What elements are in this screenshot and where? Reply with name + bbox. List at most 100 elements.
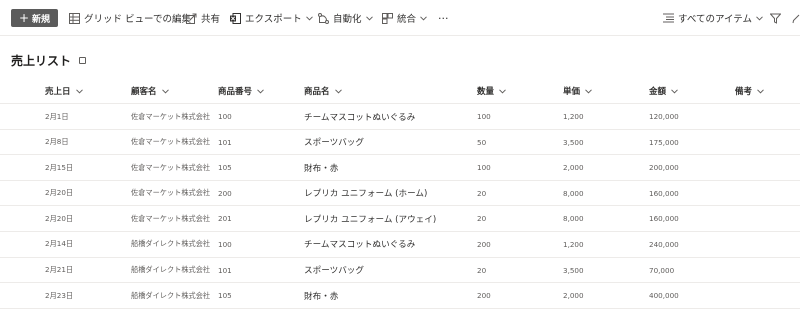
grid-icon [69,12,80,24]
cell-unit-price: 3,500 [563,137,584,147]
table-row[interactable]: 2月20日 佐倉マーケット株式会社 200 レプリカ ユニフォーム (ホーム) 20 8,… [0,181,800,207]
cell-product-number: 101 [218,137,232,147]
cell-unit-price: 1,200 [563,239,584,249]
list-table: 売上日 顧客名 商品番号 商品名 数量 単価 金額 備考 2月1日 佐倉マーケット株式会社 100… [0,78,800,309]
table-body: 2月1日 佐倉マーケット株式会社 100 チームマスコットぬいぐるみ 100 1,200 1… [0,104,800,309]
filter-button[interactable] [770,8,781,28]
automate-button[interactable]: 自動化 [318,8,373,28]
view-lines-icon [663,13,674,23]
cell-amount: 160,000 [649,214,679,224]
column-header-product-number[interactable]: 商品番号 [218,78,264,104]
share-button[interactable]: 共有 [186,8,220,28]
cell-quantity: 50 [477,137,487,147]
cell-amount: 200,000 [649,163,679,173]
edit-button[interactable] [792,8,800,28]
cell-amount: 70,000 [649,265,675,275]
cell-sales-date: 2月1日 [45,111,69,121]
cell-quantity: 20 [477,214,487,224]
cell-unit-price: 2,000 [563,291,584,301]
cell-customer-name: 佐倉マーケット株式会社 [131,162,211,172]
column-header-product-name[interactable]: 商品名 [304,78,342,104]
integrate-button[interactable]: 統合 [382,8,427,28]
table-row[interactable]: 2月14日 船橋ダイレクト株式会社 100 チームマスコットぬいぐるみ 200 1,200… [0,232,800,258]
cell-sales-date: 2月8日 [45,137,69,147]
column-header-notes[interactable]: 備考 [735,78,764,104]
chevron-down-icon [756,15,763,21]
cell-quantity: 200 [477,291,491,301]
cell-amount: 160,000 [649,188,679,198]
cell-product-number: 100 [218,239,232,249]
cell-customer-name: 船橋ダイレクト株式会社 [131,239,211,249]
cell-amount: 400,000 [649,291,679,301]
cell-product-name: レプリカ ユニフォーム (ホーム) [304,189,428,200]
integrate-icon [382,12,393,24]
chevron-down-icon [334,88,342,94]
share-icon [186,13,197,24]
column-header-label: 顧客名 [131,87,157,97]
cell-unit-price: 2,000 [563,163,584,173]
column-header-label: 単価 [563,87,581,97]
flow-icon [318,12,329,24]
cell-sales-date: 2月21日 [45,265,74,275]
grid-edit-button[interactable]: グリッド ビューでの編集 [69,8,191,28]
share-label: 共有 [201,14,221,25]
cell-sales-date: 2月20日 [45,213,74,223]
command-bar: + 新規 グリッド ビューでの編集 共有 エクスポート 自動化 統合 ··· す… [0,0,800,36]
column-header-label: 商品名 [304,87,330,97]
integrate-label: 統合 [397,14,417,25]
cell-amount: 175,000 [649,137,679,147]
chevron-down-icon [305,15,313,21]
new-button-label: 新規 [32,14,51,25]
cell-product-name: チームマスコットぬいぐるみ [304,240,416,251]
cell-unit-price: 8,000 [563,214,584,224]
more-icon: ··· [438,11,449,25]
column-header-customer-name[interactable]: 顧客名 [131,78,169,104]
excel-icon [230,12,241,24]
cell-customer-name: 佐倉マーケット株式会社 [131,213,211,223]
cell-customer-name: 船橋ダイレクト株式会社 [131,265,211,275]
table-row[interactable]: 2月8日 佐倉マーケット株式会社 101 スポーツバッグ 50 3,500 175,000 [0,130,800,156]
table-row[interactable]: 2月1日 佐倉マーケット株式会社 100 チームマスコットぬいぐるみ 100 1,200 1… [0,104,800,130]
more-button[interactable]: ··· [438,8,449,28]
cell-customer-name: 佐倉マーケット株式会社 [131,111,211,121]
favorite-icon[interactable] [79,57,87,64]
chevron-down-icon [499,88,506,94]
table-row[interactable]: 2月21日 船橋ダイレクト株式会社 101 スポーツバッグ 20 3,500 70,000 [0,258,800,284]
cell-product-number: 200 [218,188,232,198]
table-row[interactable]: 2月15日 佐倉マーケット株式会社 105 財布・赤 100 2,000 200,000 [0,155,800,181]
list-title: 売上リスト [11,52,87,69]
cell-product-name: スポーツバッグ [304,266,364,277]
cell-customer-name: 船橋ダイレクト株式会社 [131,290,211,300]
chevron-down-icon [161,88,169,94]
column-header-label: 金額 [649,87,667,97]
new-button[interactable]: + 新規 [11,9,58,27]
cell-sales-date: 2月20日 [45,188,74,198]
cell-product-name: 財布・赤 [304,291,339,302]
chevron-down-icon [585,88,592,94]
cell-customer-name: 佐倉マーケット株式会社 [131,137,211,147]
filter-icon [770,13,781,24]
column-header-label: 数量 [477,87,495,97]
column-header-sales-date[interactable]: 売上日 [45,78,83,104]
column-header-quantity[interactable]: 数量 [477,78,506,104]
chevron-down-icon [257,88,264,94]
cell-quantity: 100 [477,112,491,121]
cell-unit-price: 8,000 [563,188,584,198]
grid-edit-label: グリッド ビューでの編集 [84,14,191,25]
table-row[interactable]: 2月23日 船橋ダイレクト株式会社 105 財布・赤 200 2,000 400,000 [0,283,800,309]
chevron-down-icon [420,15,427,21]
table-row[interactable]: 2月20日 佐倉マーケット株式会社 201 レプリカ ユニフォーム (アウェイ) 20 8… [0,206,800,232]
cell-product-number: 201 [218,214,232,224]
export-button[interactable]: エクスポート [230,8,313,28]
view-switcher[interactable]: すべてのアイテム [663,8,763,28]
cell-quantity: 20 [477,188,487,198]
export-label: エクスポート [245,14,302,25]
cell-sales-date: 2月15日 [45,162,74,172]
view-label: すべてのアイテム [678,14,753,25]
column-header-label: 備考 [735,87,753,97]
column-header-amount[interactable]: 金額 [649,78,678,104]
cell-product-number: 105 [218,291,232,301]
column-header-unit-price[interactable]: 単価 [563,78,592,104]
chevron-down-icon [75,88,83,94]
list-title-text: 売上リスト [11,54,72,68]
